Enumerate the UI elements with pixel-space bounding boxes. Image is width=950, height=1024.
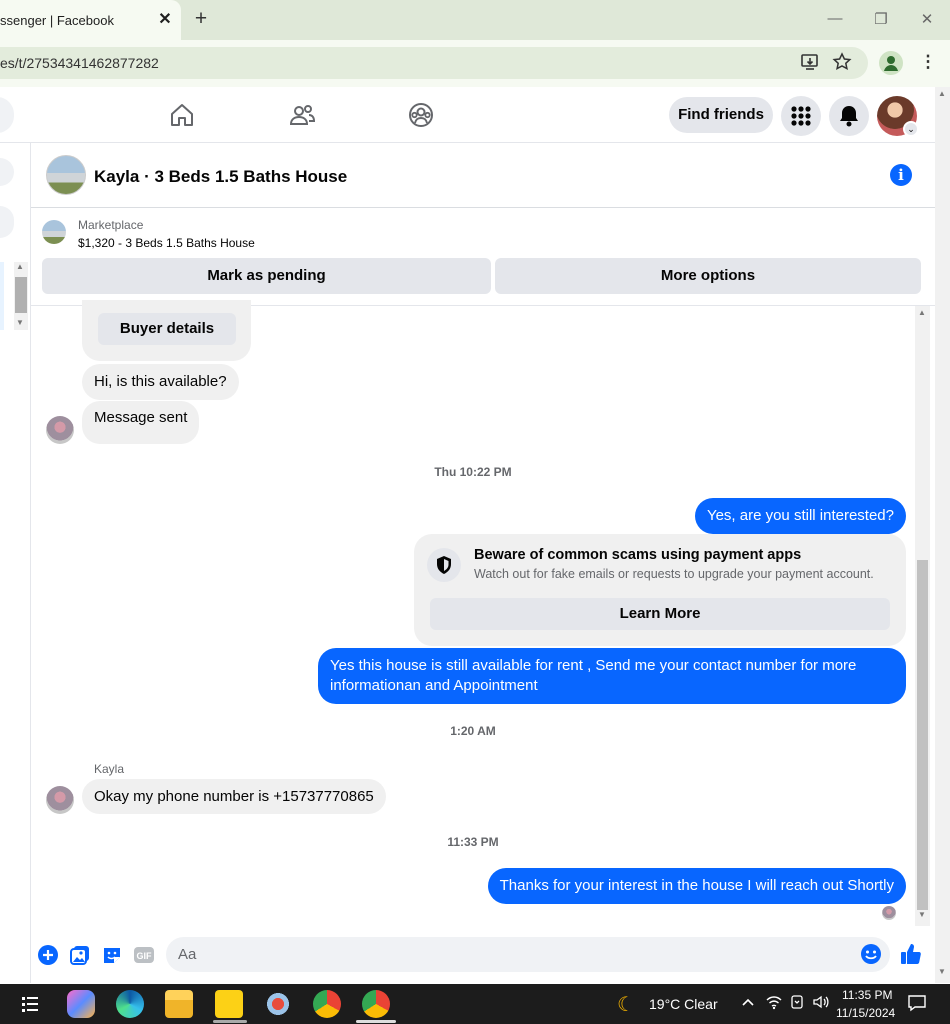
emoji-icon[interactable]: [860, 943, 882, 965]
timestamp: 11:33 PM: [447, 835, 499, 849]
battery-icon[interactable]: [789, 994, 805, 1013]
sidebar-scrollbar[interactable]: ▲ ▼: [14, 262, 28, 330]
file-explorer-icon[interactable]: [165, 990, 193, 1018]
widgets-icon[interactable]: [20, 994, 40, 1014]
like-icon[interactable]: [899, 942, 921, 964]
scroll-down-icon[interactable]: ▼: [938, 967, 946, 976]
chevron-down-icon[interactable]: ⌄: [903, 121, 919, 137]
plus-icon[interactable]: [37, 944, 59, 966]
scroll-thumb[interactable]: [15, 277, 27, 313]
url-text[interactable]: es/t/27534341462877282: [0, 55, 159, 71]
active-app-indicator: [213, 1020, 247, 1023]
menu-grid-icon[interactable]: [781, 96, 821, 136]
install-app-icon[interactable]: [799, 52, 821, 74]
bookmark-star-icon[interactable]: [831, 52, 853, 74]
learn-more-button[interactable]: Learn More: [430, 598, 890, 630]
groups-icon[interactable]: [407, 101, 435, 129]
scam-warning-title: Beware of common scams using payment app…: [474, 547, 802, 563]
browser-menu-icon[interactable]: ⋮: [917, 52, 939, 74]
active-app-indicator: [356, 1020, 396, 1023]
listing-avatar[interactable]: [46, 155, 86, 195]
photo-icon[interactable]: [69, 944, 91, 966]
contact-avatar[interactable]: [46, 786, 74, 814]
contact-avatar[interactable]: [46, 416, 74, 444]
close-icon[interactable]: ✕: [156, 9, 174, 29]
friends-icon[interactable]: [288, 101, 316, 129]
info-icon[interactable]: i: [890, 164, 912, 186]
moon-weather-icon[interactable]: ☾: [617, 992, 635, 1017]
edge-icon[interactable]: [116, 990, 144, 1018]
chrome-profile-a-icon[interactable]: [313, 990, 341, 1018]
chrome-icon[interactable]: [362, 990, 390, 1018]
scroll-up-icon[interactable]: ▲: [938, 89, 946, 98]
thread-scroll-thumb[interactable]: [917, 560, 928, 910]
tab-title: ssenger | Facebook: [0, 13, 114, 28]
find-friends-button[interactable]: Find friends: [669, 97, 773, 133]
gif-icon[interactable]: GIF: [133, 944, 155, 966]
clock-date[interactable]: 11/15/2024: [836, 1006, 895, 1020]
minimize-icon[interactable]: —: [824, 10, 846, 30]
copilot-icon[interactable]: [67, 990, 95, 1018]
scroll-up-icon[interactable]: ▲: [16, 262, 24, 271]
scroll-up-icon[interactable]: ▲: [918, 308, 926, 317]
marketplace-label: Marketplace: [78, 218, 144, 232]
sticky-notes-icon[interactable]: [215, 990, 243, 1018]
timestamp: Thu 10:22 PM: [434, 465, 512, 479]
restore-icon[interactable]: ❐: [870, 10, 892, 30]
outgoing-message[interactable]: Yes this house is still available for re…: [318, 648, 906, 704]
message-input[interactable]: [166, 937, 890, 972]
marketplace-item[interactable]: $1,320 - 3 Beds 1.5 Baths House: [78, 236, 255, 250]
scroll-down-icon[interactable]: ▼: [16, 318, 24, 327]
seen-receipt-avatar: [882, 906, 896, 920]
page-scrollbar[interactable]: ▲ ▼: [935, 87, 950, 983]
sticker-icon[interactable]: [101, 944, 123, 966]
profile-icon[interactable]: [879, 51, 903, 75]
paint-icon[interactable]: [264, 990, 292, 1018]
incoming-message[interactable]: Okay my phone number is +15737770865: [82, 779, 386, 814]
scam-warning-subtitle: Watch out for fake emails or requests to…: [474, 567, 874, 581]
new-tab-button[interactable]: +: [191, 8, 211, 30]
more-options-button[interactable]: More options: [495, 258, 921, 294]
svg-text:GIF: GIF: [137, 951, 153, 961]
clock-time[interactable]: 11:35 PM: [842, 988, 892, 1002]
marketplace-listing-thumb[interactable]: [42, 220, 66, 244]
active-chat-indicator: [0, 262, 4, 330]
window-close-icon[interactable]: ✕: [916, 10, 938, 30]
incoming-message[interactable]: Message sent: [82, 401, 200, 444]
outgoing-message[interactable]: Thanks for your interest in the house I …: [487, 868, 906, 904]
tray-chevron-up-icon[interactable]: [740, 994, 756, 1013]
mark-as-pending-button[interactable]: Mark as pending: [42, 258, 491, 294]
incoming-message[interactable]: Hi, is this available?: [82, 364, 239, 400]
outgoing-message[interactable]: Yes, are you still interested?: [694, 498, 906, 534]
buyer-details-button[interactable]: Buyer details: [98, 313, 236, 345]
bell-icon[interactable]: [829, 96, 869, 136]
scroll-down-icon[interactable]: ▼: [918, 910, 926, 919]
chat-title[interactable]: Kayla · 3 Beds 1.5 Baths House: [94, 167, 347, 187]
home-icon[interactable]: [168, 101, 196, 129]
shield-icon: [427, 548, 461, 582]
notification-center-icon[interactable]: [907, 994, 927, 1015]
wifi-icon[interactable]: [765, 994, 783, 1013]
timestamp: 1:20 AM: [450, 724, 496, 738]
volume-icon[interactable]: [812, 994, 830, 1013]
sender-name: Kayla: [94, 762, 125, 776]
weather-text[interactable]: 19°C Clear: [649, 996, 718, 1012]
